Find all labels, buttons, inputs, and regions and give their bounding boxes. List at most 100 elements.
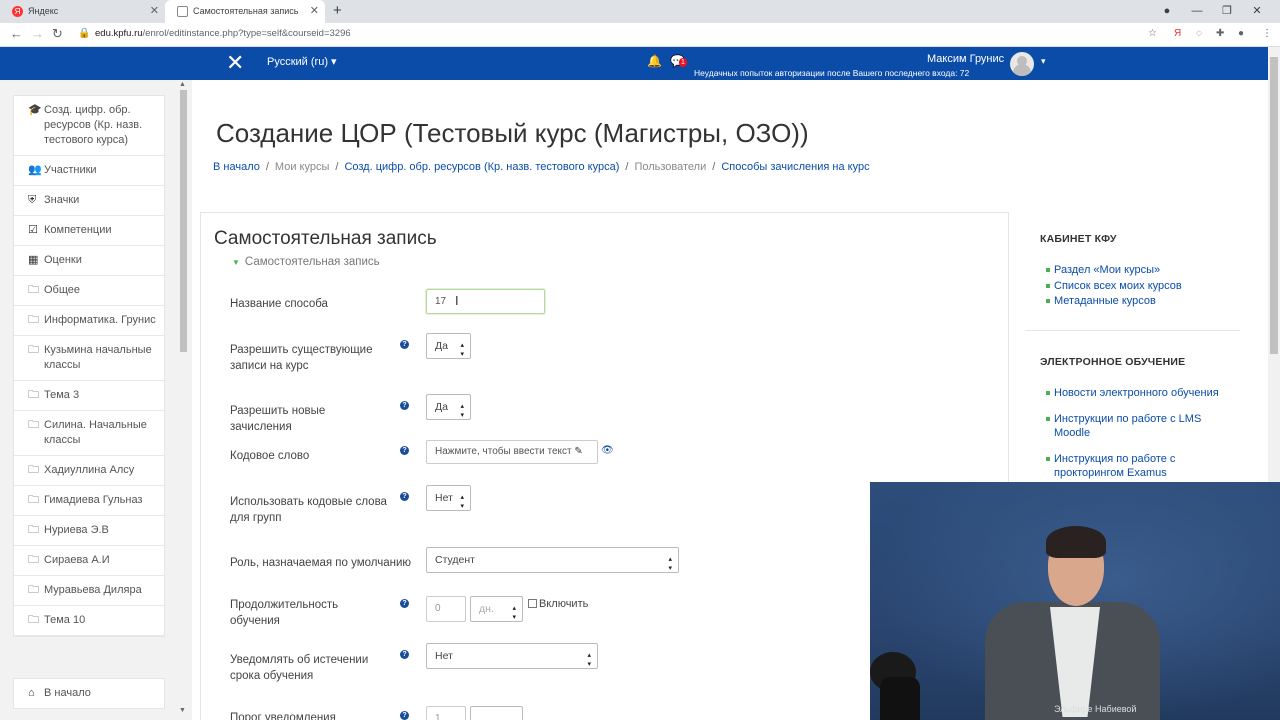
drawer-item-5[interactable]: 🗀 Общее [14, 276, 164, 306]
close-icon[interactable]: ✕ [310, 0, 319, 23]
minimize-icon[interactable]: — [1182, 0, 1212, 23]
drawer-item-4[interactable]: ▦ Оценки [14, 246, 164, 276]
drawer-item-10[interactable]: 🗀 Хадиуллина Алсу [14, 456, 164, 486]
notify-expiry-label: Уведомлять об истечении срока обучения [230, 654, 369, 682]
forward-icon[interactable]: → [31, 26, 44, 41]
select-value: Нет [435, 650, 453, 662]
menu-icon[interactable]: ⋮ [1262, 28, 1272, 39]
block-link[interactable]: Инструкции по работе с LMS Moodle [1046, 412, 1226, 441]
url-field[interactable]: edu.kpfu.ru/enrol/editinstance.php?type=… [95, 28, 351, 39]
notify-threshold-label: Порог уведомления [230, 712, 336, 720]
new-tab-icon[interactable]: + [333, 2, 342, 19]
help-icon[interactable]: ? [400, 492, 409, 501]
messages-icon[interactable]: 💬 1 [670, 54, 687, 68]
breadcrumb-enrol-methods[interactable]: Способы зачисления на курс [721, 161, 869, 173]
block-link[interactable]: Инструкция по работе с прокторингом Exam… [1046, 452, 1226, 481]
drawer-item-13[interactable]: 🗀 Сираева А.И [14, 546, 164, 576]
address-bar: ← → ↻ 🔒 edu.kpfu.ru/enrol/editinstance.p… [0, 23, 1280, 47]
drawer-item-12[interactable]: 🗀 Нуриева Э.В [14, 516, 164, 546]
profile-icon[interactable]: ● [1152, 0, 1182, 23]
duration-enable-checkbox[interactable]: Включить [528, 598, 588, 610]
keyword-input[interactable]: Нажмите, чтобы ввести текст ✎ [426, 440, 598, 464]
nav-drawer: 🎓 Созд. цифр. обр. ресурсов (Кр. назв. те… [0, 80, 192, 720]
drawer-item-2[interactable]: ⛨ Значки [14, 186, 164, 216]
yandex-icon: Я [12, 6, 23, 17]
puzzle-icon[interactable]: ✚ [1216, 28, 1224, 39]
notify-threshold-input[interactable]: 1 [426, 706, 466, 720]
tab-self-enrol[interactable]: Самостоятельная запись ✕ [165, 0, 325, 23]
star-icon[interactable]: ☆ [1148, 28, 1157, 39]
scroll-up-icon[interactable]: ▲ [179, 81, 186, 88]
fieldset-legend[interactable]: ▼ Самостоятельная запись [232, 256, 380, 268]
default-role-select[interactable]: Студент ▴ ▾ [426, 547, 679, 573]
drawer-item-15[interactable]: 🗀 Тема 10 [14, 606, 164, 636]
language-menu[interactable]: Русский (ru) ▾ [267, 55, 337, 68]
drawer-item-14[interactable]: 🗀 Муравьева Диляра [14, 576, 164, 606]
lock-icon[interactable]: 🔒 [78, 28, 90, 39]
notify-expiry-select[interactable]: Нет ▴ ▾ [426, 643, 598, 669]
checkbox-label: Включить [539, 598, 589, 610]
drawer-item-11[interactable]: 🗀 Гимадиева Гульназ [14, 486, 164, 516]
name-input[interactable]: 17 [426, 289, 545, 314]
eye-icon[interactable]: 👁 [601, 445, 614, 456]
reload-icon[interactable]: ↻ [52, 26, 63, 42]
close-icon[interactable]: ✕ [150, 0, 159, 23]
chevron-down-icon[interactable]: ▾ [1041, 56, 1046, 67]
close-drawer-icon[interactable]: ✕ [226, 52, 244, 74]
collapse-triangle-icon: ▼ [232, 258, 240, 267]
user-name[interactable]: Максим Грунис [927, 53, 1004, 65]
block-kfu-links: Раздел «Мои курсы» Список всех моих курс… [1046, 263, 1226, 310]
drawer-item-label: Нуриева Э.В [44, 524, 109, 536]
checkbox-box[interactable] [528, 599, 537, 608]
help-icon[interactable]: ? [400, 401, 409, 410]
block-link[interactable]: Раздел «Мои курсы» [1046, 263, 1226, 278]
yandex-ext-icon[interactable]: Я [1174, 28, 1181, 39]
folder-icon: 🗀 [28, 614, 39, 626]
top-navbar: ✕ Русский (ru) ▾ 🔔 💬 1 Максим Грунис ▾ Не… [0, 47, 1268, 80]
drawer-item-6[interactable]: 🗀 Информатика. Грунис [14, 306, 164, 336]
drawer-scrollbar[interactable]: ▲ ▼ [179, 80, 188, 720]
block-link[interactable]: Метаданные курсов [1046, 294, 1226, 309]
account-icon[interactable]: ● [1238, 28, 1244, 39]
bell-icon[interactable]: 🔔 [647, 54, 662, 68]
drawer-item-0[interactable]: 🎓 Созд. цифр. обр. ресурсов (Кр. назв. те… [14, 96, 164, 156]
microphone-stand [880, 677, 920, 720]
help-icon[interactable]: ? [400, 599, 409, 608]
drawer-item-7[interactable]: 🗀 Кузьмина начальные классы [14, 336, 164, 381]
restore-icon[interactable]: ❐ [1212, 0, 1242, 23]
breadcrumb-course[interactable]: Созд. цифр. обр. ресурсов (Кр. назв. тес… [344, 161, 619, 173]
help-icon[interactable]: ? [400, 650, 409, 659]
scroll-down-icon[interactable]: ▼ [179, 707, 186, 714]
breadcrumb-users[interactable]: Пользователи [634, 161, 706, 173]
notify-threshold-unit-select[interactable] [470, 706, 523, 720]
group-keys-select[interactable]: Нет ▴ ▾ [426, 485, 471, 511]
tab-yandex[interactable]: Я Яндекс ✕ [0, 0, 165, 23]
threshold-value: 1 [435, 713, 441, 720]
allow-new-select[interactable]: Да ▴ ▾ [426, 394, 471, 420]
block-link[interactable]: Новости электронного обучения [1046, 386, 1226, 401]
close-window-icon[interactable]: ✕ [1242, 0, 1272, 23]
breadcrumb-home[interactable]: В начало [213, 161, 260, 173]
drawer-item-home[interactable]: ⌂ В начало [14, 679, 164, 708]
drawer-item-3[interactable]: ☑ Компетенции [14, 216, 164, 246]
duration-input[interactable]: 0 [426, 596, 466, 622]
drawer-item-label: Тема 10 [44, 614, 86, 626]
allow-existing-select[interactable]: Да ▴ ▾ [426, 333, 471, 359]
help-icon[interactable]: ? [400, 446, 409, 455]
duration-unit-select[interactable]: дн. ▴ ▾ [470, 596, 523, 622]
help-icon[interactable]: ? [400, 340, 409, 349]
block-divider [1025, 330, 1240, 331]
back-icon[interactable]: ← [10, 26, 23, 41]
video-caption: Эльфире Набиевой [1054, 704, 1137, 714]
avatar[interactable] [1010, 52, 1034, 76]
breadcrumb-separator: / [335, 161, 339, 173]
scrollbar-thumb[interactable] [180, 90, 187, 352]
scrollbar-thumb[interactable] [1270, 57, 1278, 354]
drawer-item-1[interactable]: 👥 Участники [14, 156, 164, 186]
block-link[interactable]: Список всех моих курсов [1046, 279, 1226, 294]
ext-loader-icon[interactable]: ◌ [1196, 28, 1202, 39]
breadcrumb-my-courses[interactable]: Мои курсы [275, 161, 329, 173]
drawer-item-8[interactable]: 🗀 Тема 3 [14, 381, 164, 411]
drawer-item-9[interactable]: 🗀 Силина. Начальные классы [14, 411, 164, 456]
help-icon[interactable]: ? [400, 711, 409, 720]
